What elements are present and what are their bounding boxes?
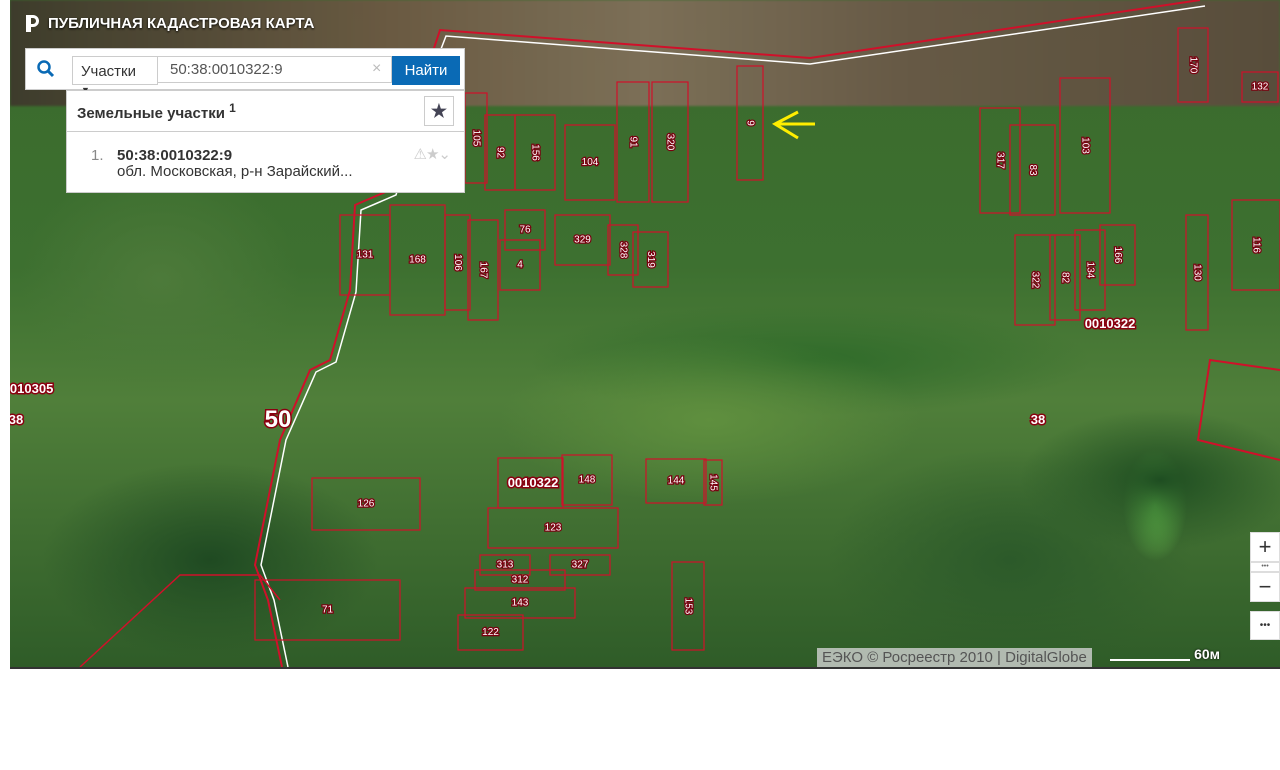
- rosreestr-logo-icon: [26, 15, 39, 32]
- chevron-down-icon[interactable]: ⌄: [438, 146, 451, 163]
- parcel-label: 132: [1252, 82, 1269, 93]
- district-boundary: [79, 574, 281, 667]
- result-number: 1.: [91, 147, 104, 164]
- parcel-label: 76: [519, 225, 531, 236]
- scale-bar: 60м: [1110, 646, 1220, 664]
- parcel-label: 312: [512, 575, 529, 586]
- parcel-label: 82: [1059, 272, 1070, 284]
- zoom-out-button[interactable]: −: [1250, 572, 1280, 602]
- attribution: ЕЭКО © Росреестр 2010 | DigitalGlobe: [817, 648, 1092, 667]
- cadastral-block-label: 38: [1031, 412, 1045, 427]
- result-cadastral-id[interactable]: 50:38:0010322:9: [117, 147, 464, 164]
- app-title: ПУБЛИЧНАЯ КАДАСТРОВАЯ КАРТА: [48, 14, 315, 32]
- district-boundary: [1196, 358, 1280, 461]
- more-tools-button[interactable]: •••: [1250, 611, 1280, 640]
- parcel-label: 71: [322, 605, 334, 616]
- parcel-label: 91: [627, 136, 638, 148]
- parcel-label: 148: [579, 475, 596, 486]
- parcel-label: 4: [517, 260, 523, 271]
- star-icon: ★: [430, 101, 448, 121]
- parcel-label: 105: [470, 130, 481, 147]
- parcel-label: 134: [1084, 262, 1095, 279]
- parcel-label: 106: [452, 254, 463, 271]
- parcel-label: 317: [994, 152, 1005, 169]
- results-header: Земельные участки 1 ★: [67, 91, 464, 132]
- scale-label: 60м: [1194, 646, 1220, 662]
- search-type-label: Участки: [81, 63, 136, 80]
- parcel-label: 103: [1079, 137, 1090, 154]
- parcel-label: 319: [645, 251, 656, 268]
- parcel-label: 9: [744, 120, 755, 126]
- parcel-label: 156: [529, 144, 540, 161]
- cadastral-block-label: 0010322: [508, 475, 559, 490]
- district-label: 50: [265, 406, 292, 433]
- parcel-label: 170: [1187, 57, 1198, 74]
- parcel-label: 131: [357, 250, 374, 261]
- parcel-label: 104: [582, 157, 599, 168]
- parcel-label: 126: [358, 499, 375, 510]
- cadastral-block-label: 0010305: [10, 381, 53, 396]
- parcel-label: 313: [497, 560, 514, 571]
- search-panel: Участки ▼ × Найти: [25, 48, 465, 95]
- clear-icon[interactable]: ×: [372, 60, 381, 78]
- app-header: ПУБЛИЧНАЯ КАДАСТРОВАЯ КАРТА: [24, 13, 314, 33]
- parcel-label: 153: [682, 598, 693, 615]
- find-button[interactable]: Найти: [392, 56, 460, 85]
- parcel-label: 328: [617, 242, 628, 259]
- parcel-label: 145: [707, 474, 718, 491]
- search-input[interactable]: [158, 56, 392, 83]
- favorites-button[interactable]: ★: [424, 96, 454, 126]
- results-panel: Земельные участки 1 ★ 1. 50:38:0010322:9…: [66, 90, 465, 193]
- parcel-label: 122: [482, 627, 499, 638]
- parcel-label: 143: [512, 598, 529, 609]
- parcel-label: 329: [574, 235, 591, 246]
- zoom-slider[interactable]: •••: [1250, 562, 1280, 572]
- parcel-label: 130: [1191, 264, 1202, 281]
- star-icon[interactable]: ★: [426, 146, 439, 163]
- scale-line: [1110, 659, 1190, 661]
- zoom-in-button[interactable]: +: [1250, 532, 1280, 562]
- parcel-label: 320: [664, 134, 675, 151]
- result-actions: ⚠★⌄: [414, 145, 451, 163]
- warning-icon[interactable]: ⚠: [414, 146, 427, 163]
- result-address: обл. Московская, р-н Зарайский...: [117, 163, 353, 180]
- parcel-label: 144: [668, 476, 685, 487]
- parcel-label: 168: [409, 255, 426, 266]
- cadastral-block-label: 38: [10, 412, 23, 427]
- parcel-label: 123: [545, 523, 562, 534]
- search-type-dropdown[interactable]: Участки ▼: [72, 56, 158, 95]
- result-item[interactable]: 1. 50:38:0010322:9 обл. Московская, р-н …: [67, 132, 464, 180]
- results-heading: Земельные участки: [77, 105, 225, 122]
- parcel-label: 166: [1112, 247, 1123, 264]
- parcel-label: 322: [1029, 272, 1040, 289]
- pointer-arrow: [771, 110, 815, 140]
- results-count: 1: [229, 101, 236, 115]
- parcel-label: 116: [1250, 237, 1261, 253]
- parcel-label: 92: [494, 147, 505, 159]
- parcel-label: 167: [477, 262, 488, 279]
- parcel-label: 327: [572, 560, 589, 571]
- map-bottom-border: [10, 667, 1280, 669]
- cadastral-block-label: 0010322: [1085, 316, 1136, 331]
- parcel-label: 83: [1027, 164, 1038, 176]
- search-icon[interactable]: [36, 59, 56, 79]
